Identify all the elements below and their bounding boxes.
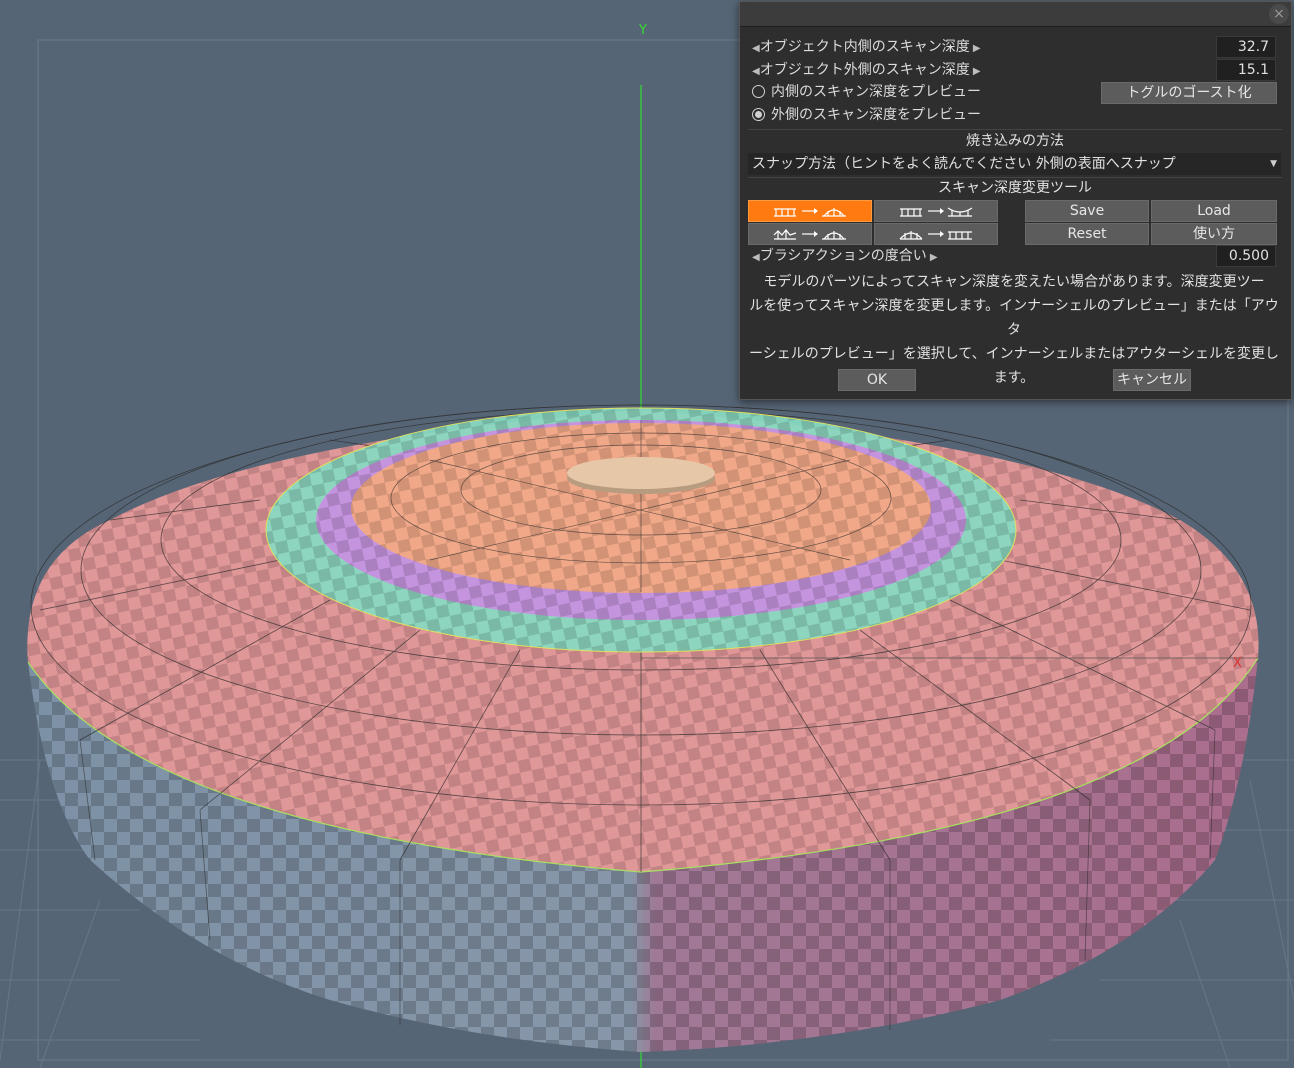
- scan-depth-dialog: × ◀オブジェクト内側のスキャン深度 ▶ 32.7 ◀オブジェクト外側のスキャン…: [739, 1, 1292, 400]
- brush-strength-label: ブラシアクションの度合い: [759, 248, 927, 264]
- x-axis-label: X: [1233, 656, 1242, 671]
- dialog-titlebar[interactable]: ×: [740, 2, 1291, 27]
- reset-button[interactable]: Reset: [1025, 223, 1149, 245]
- radio-on-icon: [752, 107, 765, 121]
- snap-method-value: スナップ方法（ヒントをよく読んでください 外側の表面へスナップ: [752, 156, 1176, 172]
- help-line: ます。: [993, 370, 1035, 386]
- flat-to-dome-icon: [774, 208, 846, 217]
- inner-depth-row[interactable]: ◀オブジェクト内側のスキャン深度 ▶: [752, 36, 981, 58]
- tool-flat-to-dome-button[interactable]: [748, 200, 872, 222]
- help-text: モデルのパーツによってスキャン深度を変えたい場合があります。深度変更ツー ルを使…: [748, 270, 1280, 390]
- peaks-to-dome-icon: [773, 229, 846, 240]
- dome-to-flat-icon: [899, 231, 972, 240]
- preview-inner-label: 内側のスキャン深度をプレビュー: [771, 84, 981, 100]
- outer-depth-label: オブジェクト外側のスキャン深度: [759, 62, 970, 78]
- brush-strength-row[interactable]: ◀ブラシアクションの度合い ▶: [752, 245, 938, 267]
- outer-depth-input[interactable]: 15.1: [1216, 59, 1276, 81]
- preview-outer-label: 外側のスキャン深度をプレビュー: [771, 107, 981, 123]
- help-line: ーシェルのプレビュー」を選択して、インナーシェルまたはアウターシェルを変更し: [748, 346, 1280, 362]
- usage-button[interactable]: 使い方: [1151, 223, 1277, 245]
- ghost-toggle-button[interactable]: トグルのゴースト化: [1101, 82, 1277, 104]
- load-button[interactable]: Load: [1151, 200, 1277, 222]
- preview-outer-radio[interactable]: 外側のスキャン深度をプレビュー: [752, 104, 981, 126]
- tool-flat-to-bowl-button[interactable]: [874, 200, 998, 222]
- decrement-icon[interactable]: ◀: [752, 43, 760, 54]
- snap-method-select[interactable]: スナップ方法（ヒントをよく読んでください 外側の表面へスナップ ▼: [748, 153, 1281, 175]
- close-icon[interactable]: ×: [1269, 4, 1289, 24]
- ok-button[interactable]: OK: [838, 369, 916, 391]
- bake-section-title: 焼き込みの方法: [966, 133, 1064, 149]
- flat-to-bowl-icon: [900, 207, 973, 217]
- decrement-icon[interactable]: ◀: [752, 66, 760, 77]
- tool-dome-to-flat-button[interactable]: [874, 223, 998, 245]
- radio-off-icon: [752, 84, 765, 98]
- help-line: ルを使ってスキャン深度を変更します。インナーシェルのプレビュー」または「アウタ: [749, 298, 1279, 338]
- increment-icon[interactable]: ▶: [970, 66, 981, 77]
- tool-section-title: スキャン深度変更ツール: [938, 180, 1092, 196]
- y-axis-label: Y: [638, 23, 647, 38]
- inner-depth-input[interactable]: 32.7: [1216, 36, 1276, 58]
- preview-inner-radio[interactable]: 内側のスキャン深度をプレビュー: [752, 81, 981, 103]
- help-line: モデルのパーツによってスキャン深度を変えたい場合があります。深度変更ツー: [763, 274, 1265, 290]
- increment-icon[interactable]: ▶: [927, 252, 938, 263]
- brush-strength-input[interactable]: 0.500: [1216, 245, 1276, 267]
- outer-depth-row[interactable]: ◀オブジェクト外側のスキャン深度 ▶: [752, 59, 981, 81]
- chevron-down-icon: ▼: [1270, 159, 1277, 169]
- cancel-button[interactable]: キャンセル: [1113, 369, 1191, 391]
- decrement-icon[interactable]: ◀: [752, 252, 760, 263]
- tool-peaks-to-dome-button[interactable]: [748, 223, 872, 245]
- increment-icon[interactable]: ▶: [970, 43, 981, 54]
- save-button[interactable]: Save: [1025, 200, 1149, 222]
- inner-depth-label: オブジェクト内側のスキャン深度: [759, 39, 970, 55]
